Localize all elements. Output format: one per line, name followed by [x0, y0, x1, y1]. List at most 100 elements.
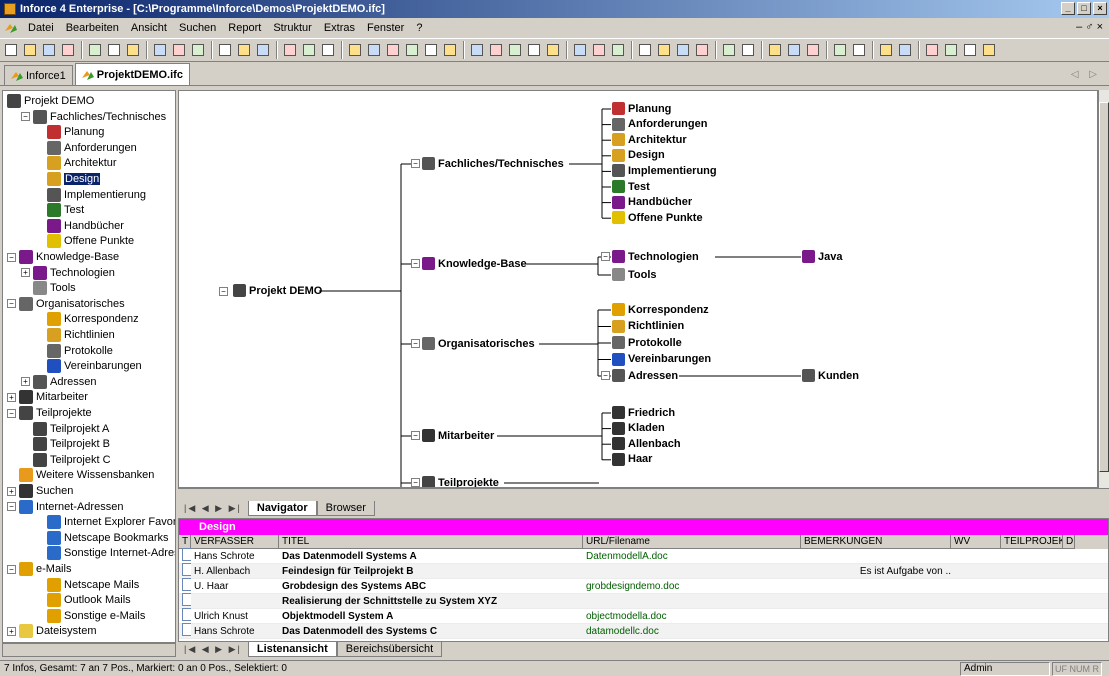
col-url[interactable]: URL/Filename	[583, 535, 801, 549]
col-t[interactable]: T	[179, 535, 191, 549]
tree-item-outlook-mails[interactable]: Outlook Mails	[35, 592, 131, 608]
collapse-icon[interactable]: −	[411, 159, 420, 168]
tree-item-dateisystem[interactable]: + Dateisystem	[7, 623, 97, 639]
diagram-node-fach-2[interactable]: Architektur	[612, 133, 687, 147]
tree-item-weitere-wissensbanken[interactable]: Weitere Wissensbanken	[7, 467, 154, 483]
toolbar-box-d-button[interactable]	[980, 41, 998, 59]
toolbar-cut-mode-button[interactable]	[86, 41, 104, 59]
tree-item-architektur[interactable]: Architektur	[35, 155, 117, 171]
expand-icon[interactable]: +	[21, 268, 30, 278]
tree-item-mitarbeiter[interactable]: + Mitarbeiter	[7, 389, 88, 405]
diagram-node-mitarbeiter-1[interactable]: Kladen	[612, 421, 665, 435]
tree-item-internet-adressen[interactable]: − Internet-Adressen	[7, 499, 123, 515]
col-teilprojekt[interactable]: TEILPROJEKT	[1001, 535, 1063, 549]
diagram-node-branch-1[interactable]: Knowledge-Base	[422, 257, 527, 270]
col-titel[interactable]: TITEL	[279, 535, 583, 549]
toolbar-link-2-button[interactable]	[506, 41, 524, 59]
table-row[interactable]: Realisierung der Schnittstelle zu System…	[179, 593, 1108, 609]
menu-suchen[interactable]: Suchen	[173, 22, 222, 34]
toolbar-print-button[interactable]	[216, 41, 234, 59]
tab-browser[interactable]: Browser	[316, 500, 375, 516]
tree-item-fachliches-technisches[interactable]: − Fachliches/Technisches	[21, 109, 166, 125]
toolbar-split-button[interactable]	[544, 41, 562, 59]
toolbar-window-2-button[interactable]	[590, 41, 608, 59]
toolbar-window-button[interactable]	[441, 41, 459, 59]
tree-item-design[interactable]: Design	[35, 171, 101, 187]
diagram-node-java[interactable]: Java	[802, 250, 842, 263]
collapse-icon[interactable]: −	[411, 431, 420, 440]
diagram-node-fach-7[interactable]: Offene Punkte	[612, 211, 703, 225]
expand-icon[interactable]: +	[21, 377, 30, 387]
minimize-button[interactable]: _	[1061, 2, 1075, 15]
toolbar-stamp-button[interactable]	[877, 41, 895, 59]
diagram-node-projekt-demo[interactable]: Projekt DEMO	[233, 284, 322, 297]
tree-horizontal-scrollbar[interactable]	[2, 643, 176, 657]
collapse-icon[interactable]: −	[411, 478, 420, 487]
toolbar-link-button[interactable]	[487, 41, 505, 59]
tree-item-projekt-demo[interactable]: Projekt DEMO	[7, 93, 94, 109]
toolbar-refresh-button[interactable]	[105, 41, 123, 59]
diagram-node-knowledge-1[interactable]: Tools	[612, 268, 657, 281]
toolbar-grid-button[interactable]	[525, 41, 543, 59]
toolbar-stamp-2-button[interactable]	[896, 41, 914, 59]
tab-bereichsuebersicht[interactable]: Bereichsübersicht	[336, 641, 443, 657]
tree-item-protokolle[interactable]: Protokolle	[35, 343, 113, 359]
list-tab-nav-arrows[interactable]: |◀ ◀ ▶ ▶|	[184, 644, 242, 655]
table-row[interactable]: Hans Schrote Das Datenmodell des Systems …	[179, 623, 1108, 639]
toolbar-zoom-out-button[interactable]	[766, 41, 784, 59]
collapse-icon[interactable]: −	[7, 252, 16, 262]
tab-listenansicht[interactable]: Listenansicht	[247, 641, 337, 657]
diagram-node-branch-0[interactable]: Fachliches/Technisches	[422, 157, 564, 170]
toolbar-sun-button[interactable]	[831, 41, 849, 59]
tree-item-organisatorisches[interactable]: − Organisatorisches	[7, 296, 125, 312]
collapse-icon[interactable]: −	[411, 259, 420, 268]
tab-scroll-arrows[interactable]: ◁ ▷	[1071, 69, 1101, 80]
tree-item-implementierung[interactable]: Implementierung	[35, 187, 146, 203]
toolbar-view-4-button[interactable]	[403, 41, 421, 59]
tree-item-richtlinien[interactable]: Richtlinien	[35, 327, 115, 343]
diagram-node-fach-0[interactable]: Planung	[612, 102, 671, 115]
toolbar-open-button[interactable]	[21, 41, 39, 59]
diagram-node-org-1[interactable]: Richtlinien	[612, 319, 684, 333]
toolbar-new-button[interactable]	[2, 41, 20, 59]
menu-datei[interactable]: Datei	[22, 22, 60, 34]
tree-item-adressen[interactable]: + Adressen	[21, 374, 96, 390]
diagram-node-fach-1[interactable]: Anforderungen	[612, 117, 707, 131]
diagram-node-mitarbeiter-2[interactable]: Allenbach	[612, 437, 681, 451]
toolbar-check-2-button[interactable]	[636, 41, 654, 59]
menu-fenster[interactable]: Fenster	[361, 22, 410, 34]
diagram-node-org-3[interactable]: Vereinbarungen	[612, 352, 711, 366]
col-wv[interactable]: WV	[951, 535, 1001, 549]
toolbar-view-3-button[interactable]	[384, 41, 402, 59]
diagram-node-fach-6[interactable]: Handbücher	[612, 195, 692, 209]
menu-help[interactable]: ?	[410, 22, 428, 34]
col-verfasser[interactable]: VERFASSER	[191, 535, 279, 549]
collapse-icon[interactable]: −	[219, 287, 228, 296]
toolbar-copy-button[interactable]	[170, 41, 188, 59]
expand-icon[interactable]: +	[7, 626, 16, 636]
collapse-icon[interactable]: −	[7, 502, 16, 512]
tree-item-korrespondenz[interactable]: Korrespondenz	[35, 311, 139, 327]
toolbar-zoom-in-button[interactable]	[739, 41, 757, 59]
collapse-icon[interactable]: −	[411, 339, 420, 348]
toolbar-paste-button[interactable]	[189, 41, 207, 59]
diagram-vertical-scrollbar[interactable]	[1098, 90, 1109, 488]
toolbar-move-button[interactable]	[468, 41, 486, 59]
tree-item-offene-punkte[interactable]: Offene Punkte	[35, 233, 134, 249]
toolbar-check-button[interactable]	[609, 41, 627, 59]
tree-item-tools[interactable]: Tools	[21, 280, 76, 296]
toolbar-props-button[interactable]	[674, 41, 692, 59]
diagram-node-fach-4[interactable]: Implementierung	[612, 164, 717, 178]
toolbar-box-a-button[interactable]	[923, 41, 941, 59]
diagram-node-branch-4[interactable]: Teilprojekte	[422, 476, 499, 487]
toolbar-chart-2-button[interactable]	[720, 41, 738, 59]
diagram-node-org-0[interactable]: Korrespondenz	[612, 303, 709, 316]
tab-inforce1[interactable]: Inforce1	[4, 65, 73, 85]
scroll-thumb[interactable]	[1099, 102, 1109, 472]
toolbar-view-2-button[interactable]	[365, 41, 383, 59]
tree-item-suchen[interactable]: + Suchen	[7, 483, 73, 499]
col-bemerkungen[interactable]: BEMERKUNGEN	[801, 535, 951, 549]
table-row[interactable]: Ulrich Knust Objektmodell System A objectm…	[179, 608, 1108, 624]
collapse-icon[interactable]: −	[601, 371, 610, 380]
toolbar-box-c-button[interactable]	[961, 41, 979, 59]
